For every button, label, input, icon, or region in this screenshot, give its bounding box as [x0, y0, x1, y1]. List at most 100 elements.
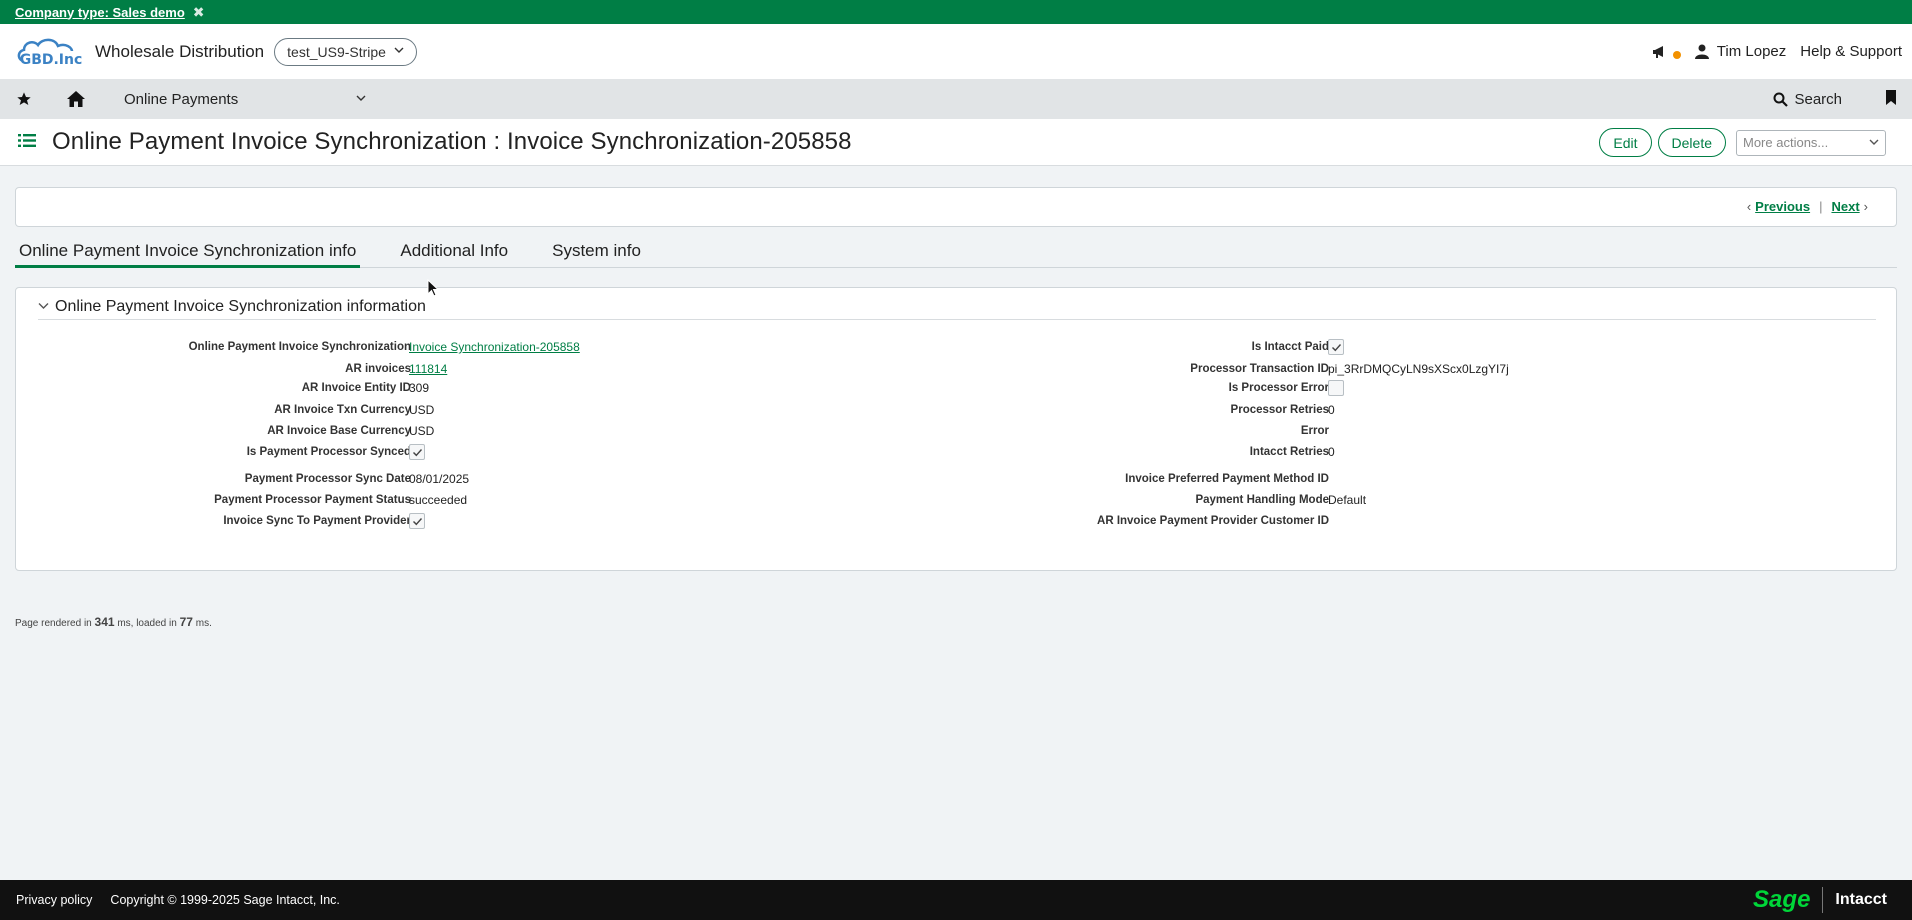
module-label: Online Payments	[124, 90, 239, 108]
favorites-button[interactable]	[12, 91, 36, 107]
sage-wordmark: Sage	[1753, 886, 1811, 913]
synced-checkbox	[409, 444, 425, 460]
record-tabs: Online Payment Invoice Synchronization i…	[15, 238, 1897, 268]
loaded-ms: 77	[179, 615, 193, 629]
sage-intacct-logo: Sage Intacct	[1753, 886, 1887, 914]
chevron-down-icon	[394, 46, 404, 57]
chevron-left-icon: ‹	[1746, 199, 1752, 214]
perf-middle: ms, loaded in	[117, 618, 177, 629]
field-label: Error	[1300, 425, 1329, 437]
cursor-icon	[427, 279, 439, 297]
field-label: AR Invoice Base Currency	[267, 425, 411, 437]
perf-suffix: ms.	[195, 618, 212, 629]
sync-record-link[interactable]: Invoice Synchronization-205858	[409, 340, 580, 354]
bookmark-button[interactable]	[1885, 90, 1897, 108]
pager-separator: |	[1819, 199, 1823, 214]
field-value: succeeded	[409, 493, 468, 507]
field-value: Invoice Synchronization-205858	[409, 340, 580, 354]
edit-button[interactable]: Edit	[1599, 128, 1652, 157]
field-value: 0	[1328, 403, 1335, 417]
chevron-down-icon	[1869, 139, 1879, 145]
field-label: AR Invoice Entity ID	[301, 382, 411, 394]
page-title: Online Payment Invoice Synchronization :…	[52, 128, 852, 155]
field-value: pi_3RrDMQCyLN9sXScx0LzgYI7j	[1328, 362, 1509, 376]
module-menu[interactable]: Online Payments	[124, 91, 366, 108]
check-icon	[1331, 343, 1341, 351]
field-value: 0	[1328, 445, 1335, 459]
section-header[interactable]: Online Payment Invoice Synchronization i…	[38, 298, 1876, 320]
next-link[interactable]: Next	[1831, 199, 1859, 214]
ar-invoice-link[interactable]: 111814	[409, 362, 447, 376]
bookmark-icon	[1886, 90, 1896, 105]
more-actions-dropdown[interactable]: More actions...	[1736, 129, 1886, 156]
privacy-policy-link[interactable]: Privacy policy	[16, 893, 92, 907]
field-label: Payment Handling Mode	[1195, 494, 1329, 506]
home-icon	[67, 91, 85, 107]
page-title-bar: Online Payment Invoice Synchronization :…	[0, 119, 1912, 166]
field-label: AR Invoice Txn Currency	[274, 404, 411, 416]
delete-button[interactable]: Delete	[1657, 128, 1726, 157]
field-label: Processor Transaction ID	[1190, 363, 1329, 375]
chevron-down-icon	[38, 301, 49, 313]
field-label: Invoice Sync To Payment Provider	[223, 515, 411, 527]
field-label: Payment Processor Sync Date	[244, 473, 411, 485]
user-menu[interactable]: Tim Lopez	[1694, 43, 1787, 60]
field-label: Is Payment Processor Synced	[246, 446, 411, 458]
chevron-right-icon: ›	[1863, 199, 1868, 214]
search-icon	[1773, 92, 1789, 107]
svg-text:GBD.Inc: GBD.Inc	[20, 52, 83, 68]
gbd-logo[interactable]: GBD.Inc	[15, 35, 87, 69]
notification-badge	[1672, 50, 1681, 59]
field-value: USD	[409, 403, 435, 417]
user-icon	[1694, 44, 1709, 59]
brand-divider	[1822, 887, 1824, 913]
intacct-wordmark: Intacct	[1835, 891, 1887, 908]
field-label: Processor Retries	[1230, 404, 1329, 416]
field-value: 08/01/2025	[409, 472, 470, 486]
field-value: 309	[409, 381, 430, 395]
tab-additional-info[interactable]: Additional Info	[396, 238, 512, 268]
more-actions-placeholder: More actions...	[1743, 135, 1829, 150]
check-icon	[412, 517, 422, 525]
user-name: Tim Lopez	[1716, 43, 1787, 60]
list-icon[interactable]	[18, 133, 36, 151]
star-icon	[17, 92, 31, 105]
company-type-link[interactable]: Company type: Sales demo	[15, 5, 185, 20]
entity-label: test_US9-Stripe	[287, 43, 386, 60]
announcements-button[interactable]	[1652, 44, 1681, 60]
company-type-banner: Company type: Sales demo ✖	[0, 0, 1912, 24]
module-nav-bar: Online Payments Search	[0, 79, 1912, 119]
field-value: 111814	[409, 362, 447, 376]
sync-to-provider-checkbox	[409, 513, 425, 529]
rendered-ms: 341	[94, 615, 115, 629]
field-label: Is Intacct Paid	[1251, 341, 1329, 353]
perf-prefix: Page rendered in	[15, 618, 92, 629]
help-support-link[interactable]: Help & Support	[1800, 43, 1902, 60]
field-value: Default	[1328, 493, 1367, 507]
check-icon	[412, 448, 422, 456]
section-title: Online Payment Invoice Synchronization i…	[55, 298, 426, 315]
close-icon[interactable]: ✖	[193, 4, 205, 21]
entity-selector[interactable]: test_US9-Stripe	[274, 37, 417, 66]
field-label: Is Processor Error	[1228, 382, 1329, 394]
app-header: GBD.Inc Wholesale Distribution test_US9-…	[0, 24, 1912, 79]
company-name: Wholesale Distribution	[95, 41, 265, 61]
tab-system-info[interactable]: System info	[548, 238, 645, 268]
field-label: Invoice Preferred Payment Method ID	[1125, 473, 1329, 485]
home-button[interactable]	[64, 90, 88, 108]
field-label: AR Invoice Payment Provider Customer ID	[1097, 515, 1329, 527]
search-button[interactable]: Search	[1773, 91, 1842, 108]
tab-sync-info[interactable]: Online Payment Invoice Synchronization i…	[15, 238, 361, 268]
record-pager: ‹ Previous | Next ›	[15, 187, 1897, 227]
intacct-paid-checkbox	[1328, 339, 1344, 355]
processor-error-checkbox	[1328, 380, 1344, 396]
page-footer: Privacy policy Copyright © 1999-2025 Sag…	[0, 880, 1912, 920]
search-label: Search	[1794, 90, 1842, 108]
field-label: Payment Processor Payment Status	[214, 494, 411, 506]
announcement-icon	[1652, 45, 1663, 58]
field-value: USD	[409, 424, 435, 438]
help-support-label: Help & Support	[1800, 43, 1902, 60]
field-label: AR invoices	[345, 363, 411, 375]
previous-link[interactable]: Previous	[1755, 199, 1810, 214]
field-label: Online Payment Invoice Synchronization	[188, 341, 411, 353]
